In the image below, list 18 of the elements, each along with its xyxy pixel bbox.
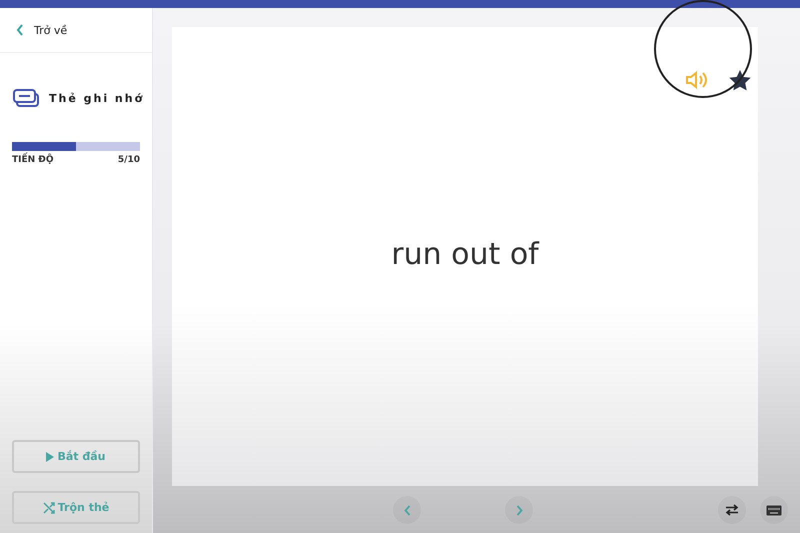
back-label: Trở về: [34, 24, 68, 36]
chevron-left-icon: [16, 24, 24, 36]
card-term: run out of: [391, 237, 539, 272]
star-icon[interactable]: [729, 70, 751, 91]
shuffle-icon: [42, 502, 55, 514]
swap-button[interactable]: [718, 496, 746, 524]
back-link[interactable]: Trở về: [0, 8, 152, 53]
chevron-right-icon: [516, 504, 522, 516]
swap-arrows-icon: [725, 504, 739, 516]
progress-label: TIẾN ĐỘ: [12, 155, 54, 165]
play-icon: [46, 452, 54, 462]
deck-title: Thẻ ghi nhớ: [49, 92, 144, 104]
cards-icon: [13, 89, 39, 107]
progress-count: 5/10: [118, 155, 140, 165]
flashcard[interactable]: run out of: [172, 27, 758, 486]
keyboard-button[interactable]: [760, 496, 788, 524]
keyboard-icon: [766, 504, 782, 516]
chevron-left-icon: [404, 504, 410, 516]
